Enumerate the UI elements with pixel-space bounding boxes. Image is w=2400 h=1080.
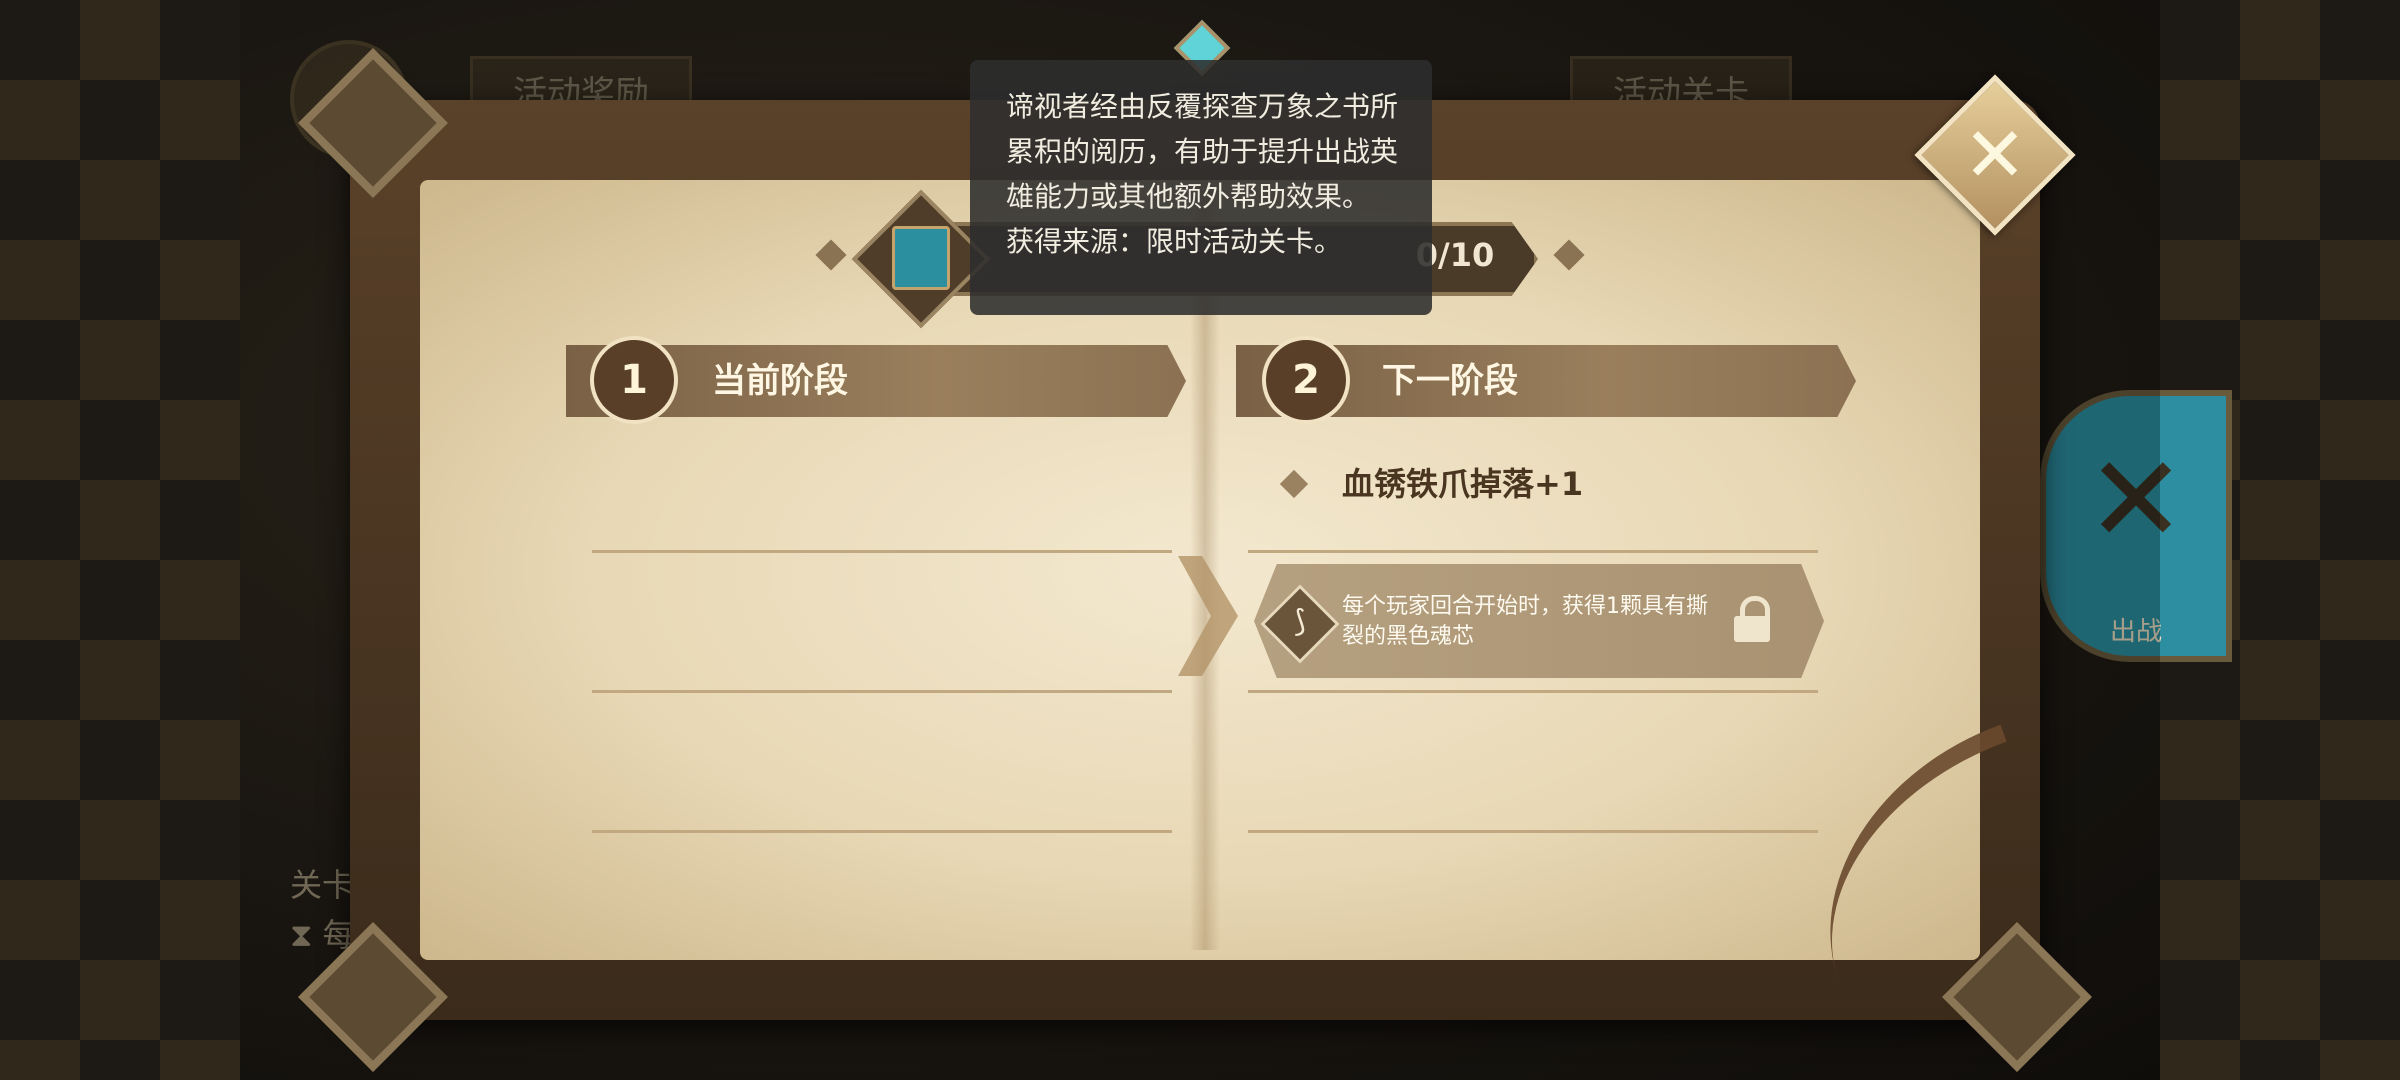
item-tooltip: 谛视者经由反覆探查万象之书所累积的阅历，有助于提升出战英雄能力或其他额外帮助效果… xyxy=(970,60,1432,315)
page-rule xyxy=(592,830,1172,833)
next-stage-number: 2 xyxy=(1262,336,1350,424)
page-rule xyxy=(592,690,1172,693)
page-rule xyxy=(1248,550,1818,553)
page-rule xyxy=(1248,690,1818,693)
lock-icon-body xyxy=(1734,616,1770,642)
book-icon[interactable] xyxy=(892,226,950,290)
soul-core-icon: ⟆ xyxy=(1294,604,1306,639)
tooltip-description: 谛视者经由反覆探查万象之书所累积的阅历，有助于提升出战英雄能力或其他额外帮助效果… xyxy=(1006,90,1399,213)
current-stage-number: 1 xyxy=(590,336,678,424)
page-rule xyxy=(592,550,1172,553)
next-stage-reward: 血锈铁爪掉落+1 xyxy=(1342,465,1584,503)
left-side-panel xyxy=(0,0,244,1080)
close-icon[interactable]: ✕ xyxy=(1938,98,2052,212)
tooltip-source: 获得来源：限时活动关卡。 xyxy=(1006,225,1343,258)
current-stage-title: 当前阶段 xyxy=(712,361,848,401)
next-stage-title: 下一阶段 xyxy=(1382,361,1518,401)
next-stage-effect: 每个玩家回合开始时，获得1颗具有撕裂的黑色魂芯 xyxy=(1342,594,1708,649)
page-rule xyxy=(1248,830,1818,833)
